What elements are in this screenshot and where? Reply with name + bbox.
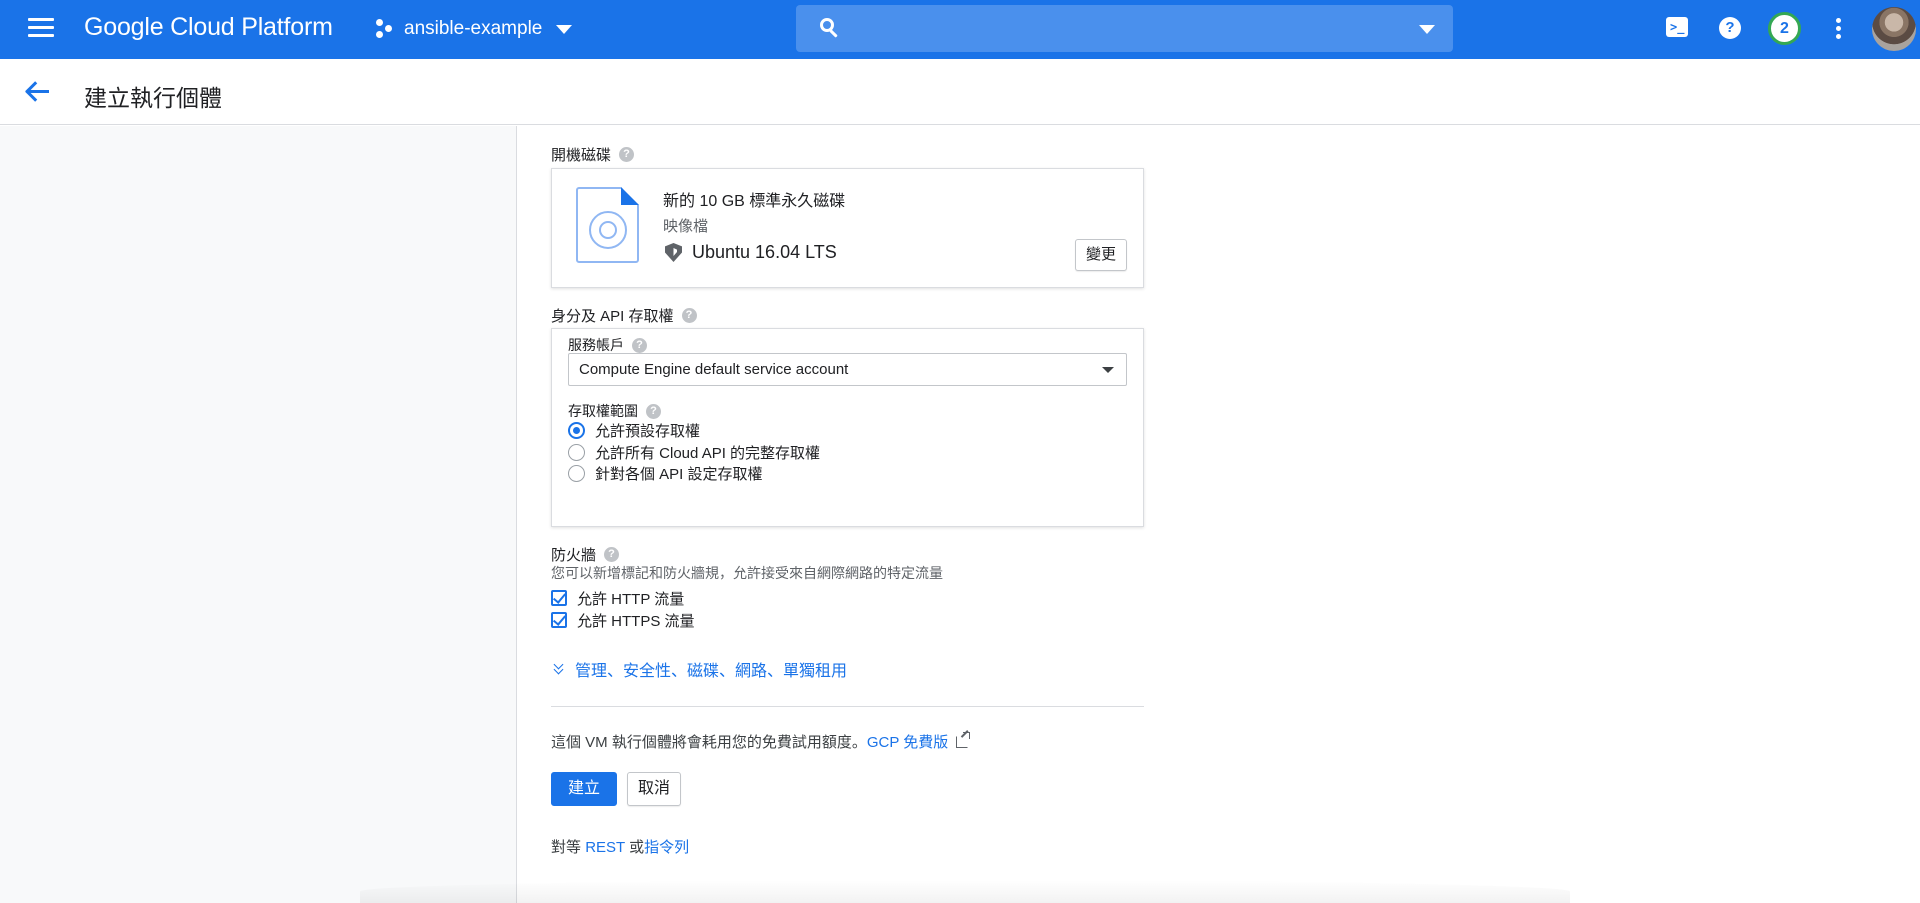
- chevron-down-icon: [556, 24, 573, 34]
- top-app-bar: Google Cloud Platform ansible-example >_…: [0, 0, 1920, 59]
- bottom-shadow: [360, 880, 1570, 903]
- firewall-label: 防火牆 ?: [551, 544, 620, 565]
- allow-https-checkbox[interactable]: 允許 HTTPS 流量: [551, 609, 695, 631]
- radio-unselected[interactable]: [568, 465, 585, 483]
- radio-unselected[interactable]: [568, 443, 585, 461]
- checkbox-label: 允許 HTTP 流量: [577, 590, 685, 608]
- advanced-options-link[interactable]: 管理、安全性、磁碟、網路、單獨租用: [553, 657, 847, 681]
- gcp-free-tier-link[interactable]: GCP 免費版: [867, 731, 948, 752]
- search-dropdown-icon[interactable]: [1419, 25, 1435, 34]
- trial-note-text: 這個 VM 執行個體將會耗用您的免費試用額度。: [551, 734, 867, 751]
- scope-option-default[interactable]: 允許預設存取權: [568, 420, 820, 442]
- search-bar[interactable]: [796, 5, 1453, 52]
- equivalent-links: 對等 REST 或指令列: [551, 836, 689, 857]
- command-line-link[interactable]: 指令列: [644, 839, 689, 856]
- scope-option-label: 針對各個 API 設定存取權: [595, 466, 763, 484]
- page-header: 建立執行個體: [0, 59, 1920, 125]
- service-account-label: 服務帳戶 ?: [568, 335, 647, 355]
- service-account-label-text: 服務帳戶: [568, 337, 624, 353]
- rest-link[interactable]: REST: [585, 839, 625, 856]
- search-input[interactable]: [856, 15, 1376, 42]
- equivalent-or: 或: [629, 839, 645, 856]
- avatar[interactable]: [1872, 7, 1916, 51]
- help-icon[interactable]: ?: [1719, 17, 1741, 39]
- shield-icon: [665, 243, 682, 262]
- os-row: Ubuntu 16.04 LTS: [665, 242, 837, 263]
- scope-option-full[interactable]: 允許所有 Cloud API 的完整存取權: [568, 442, 820, 464]
- help-circle-icon[interactable]: ?: [646, 403, 661, 419]
- change-disk-button[interactable]: 變更: [1074, 239, 1127, 271]
- os-name: Ubuntu 16.04 LTS: [692, 242, 837, 262]
- project-name: ansible-example: [404, 18, 543, 39]
- back-arrow-icon[interactable]: [25, 81, 50, 103]
- left-panel: [0, 126, 517, 903]
- identity-label-text: 身分及 API 存取權: [551, 308, 674, 325]
- scope-option-custom[interactable]: 針對各個 API 設定存取權: [568, 463, 820, 485]
- free-trial-note: 這個 VM 執行個體將會耗用您的免費試用額度。 GCP 免費版: [551, 731, 971, 752]
- service-account-value: Compute Engine default service account: [579, 361, 849, 378]
- scope-option-label: 允許預設存取權: [595, 423, 701, 441]
- firewall-description: 您可以新增標記和防火牆規，允許接受來自網際網路的特定流量: [551, 565, 943, 581]
- equivalent-prefix: 對等: [551, 839, 582, 856]
- open-in-new-icon[interactable]: [956, 731, 971, 748]
- access-scope-label-text: 存取權範圍: [568, 403, 638, 419]
- cloud-shell-icon[interactable]: >_: [1666, 17, 1688, 37]
- divider: [551, 706, 1144, 707]
- firewall-label-text: 防火牆: [551, 547, 597, 564]
- boot-disk-card: 新的 10 GB 標準永久磁碟 映像檔 Ubuntu 16.04 LTS 變更: [551, 168, 1144, 288]
- access-scope-label: 存取權範圍 ?: [568, 401, 661, 421]
- boot-disk-label: 開機磁碟 ?: [551, 144, 635, 165]
- help-circle-icon[interactable]: ?: [681, 308, 697, 323]
- notifications-badge[interactable]: 2: [1768, 12, 1801, 45]
- scope-option-label: 允許所有 Cloud API 的完整存取權: [595, 444, 821, 462]
- access-scope-radio-group: 允許預設存取權 允許所有 Cloud API 的完整存取權 針對各個 API 設…: [568, 420, 820, 485]
- allow-http-checkbox[interactable]: 允許 HTTP 流量: [551, 587, 695, 609]
- project-icon: [374, 19, 394, 39]
- checkbox-checked[interactable]: [551, 590, 567, 606]
- radio-selected[interactable]: [568, 422, 585, 440]
- service-account-select[interactable]: Compute Engine default service account: [568, 353, 1127, 386]
- identity-card: 服務帳戶 ? Compute Engine default service ac…: [551, 328, 1144, 527]
- advanced-options-text: 管理、安全性、磁碟、網路、單獨租用: [575, 663, 848, 680]
- help-circle-icon[interactable]: ?: [632, 337, 647, 353]
- image-label: 映像檔: [663, 218, 709, 235]
- cancel-button[interactable]: 取消: [627, 772, 682, 806]
- disk-name: 新的 10 GB 標準永久磁碟: [663, 193, 846, 210]
- identity-label: 身分及 API 存取權 ?: [551, 305, 697, 326]
- boot-disk-label-text: 開機磁碟: [551, 147, 612, 164]
- checkbox-label: 允許 HTTPS 流量: [577, 612, 695, 630]
- dropdown-arrow-icon: [1102, 367, 1114, 373]
- help-circle-icon[interactable]: ?: [619, 147, 635, 162]
- firewall-checkbox-group: 允許 HTTP 流量 允許 HTTPS 流量: [551, 587, 695, 631]
- page-title: 建立執行個體: [84, 85, 222, 111]
- disk-image-icon: [576, 187, 639, 263]
- double-chevron-down-icon: [553, 659, 565, 676]
- form-actions: 建立 取消: [551, 772, 682, 806]
- project-selector[interactable]: ansible-example: [374, 14, 573, 44]
- more-vert-icon[interactable]: [1836, 18, 1842, 40]
- checkbox-checked[interactable]: [551, 612, 567, 628]
- brand-title[interactable]: Google Cloud Platform: [84, 13, 333, 42]
- create-button[interactable]: 建立: [551, 772, 618, 806]
- search-icon: [820, 18, 840, 38]
- hamburger-menu-icon[interactable]: [28, 18, 54, 38]
- help-circle-icon[interactable]: ?: [604, 547, 620, 562]
